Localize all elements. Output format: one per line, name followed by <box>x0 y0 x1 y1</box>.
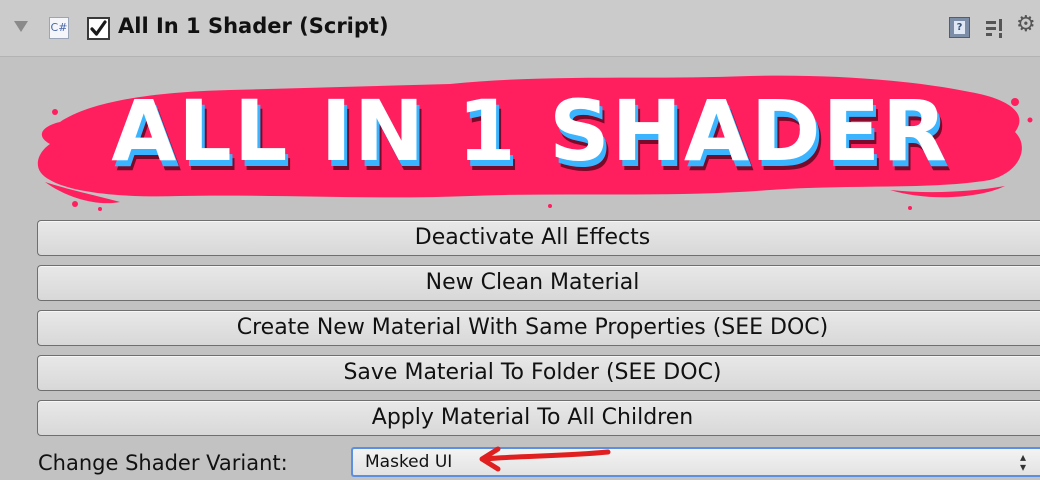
csharp-script-icon: C# <box>49 17 69 39</box>
component-title: All In 1 Shader (Script) <box>118 14 389 38</box>
shader-variant-label: Change Shader Variant: <box>38 451 288 475</box>
preset-icon[interactable] <box>985 18 1007 40</box>
enabled-checkbox[interactable] <box>87 17 110 40</box>
new-clean-material-button[interactable]: New Clean Material <box>37 265 1040 301</box>
shader-variant-value: Masked UI <box>365 452 453 472</box>
asset-logo-banner: ALL IN 1 SHADER ALL IN 1 SHADER ALL IN 1… <box>37 75 1033 211</box>
help-book-icon[interactable]: ? <box>949 17 970 38</box>
component-header[interactable]: C# All In 1 Shader (Script) ? ⚙ <box>0 0 1040 57</box>
checkmark-icon <box>90 20 107 36</box>
create-new-material-button[interactable]: Create New Material With Same Properties… <box>37 310 1040 346</box>
inspector-panel: C# All In 1 Shader (Script) ? ⚙ ALL IN 1… <box>0 0 1040 480</box>
updown-arrows-icon: ▴ ▾ <box>1019 450 1026 474</box>
gear-icon[interactable]: ⚙ <box>1016 14 1036 36</box>
foldout-arrow-icon[interactable] <box>14 21 28 32</box>
deactivate-all-effects-button[interactable]: Deactivate All Effects <box>37 220 1040 256</box>
shader-variant-dropdown[interactable]: Masked UI ▴ ▾ <box>351 447 1040 477</box>
save-material-to-folder-button[interactable]: Save Material To Folder (SEE DOC) <box>37 355 1040 391</box>
red-arrow-annotation <box>479 446 611 472</box>
banner-text: ALL IN 1 SHADER <box>111 82 948 180</box>
apply-material-to-children-button[interactable]: Apply Material To All Children <box>37 400 1040 436</box>
